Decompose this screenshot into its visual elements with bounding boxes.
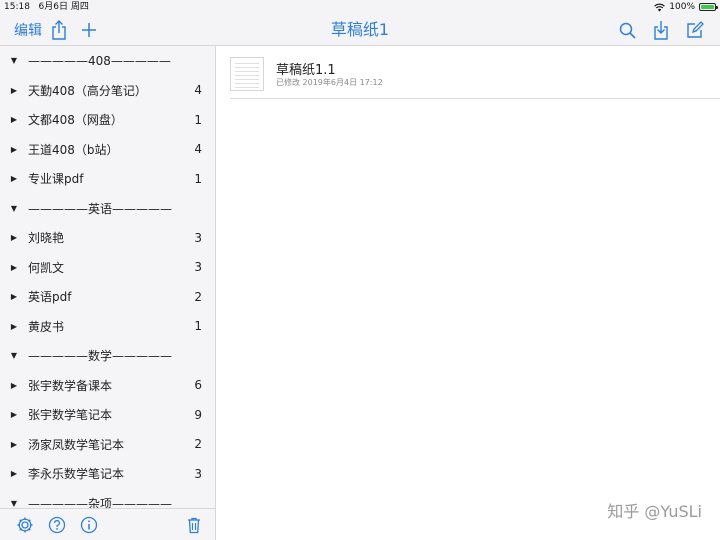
sidebar-item[interactable]: ▶ 文都408（网盘） 1 — [0, 105, 215, 135]
sidebar-group-header[interactable]: ▼ —————英语————— — [0, 194, 215, 224]
search-icon[interactable] — [616, 14, 638, 46]
wifi-icon — [654, 3, 666, 11]
sidebar-item-count: 3 — [194, 260, 202, 275]
status-right: 100% — [654, 0, 718, 14]
sidebar-group-header[interactable]: ▼ —————408————— — [0, 46, 215, 76]
disclosure-right-icon[interactable]: ▶ — [0, 322, 28, 331]
edit-button[interactable]: 编辑 — [14, 14, 42, 46]
disclosure-right-icon[interactable]: ▶ — [0, 174, 28, 183]
sidebar-item[interactable]: ▶ 黄皮书 1 — [0, 312, 215, 342]
sidebar-item[interactable]: ▶ 李永乐数学笔记本 3 — [0, 459, 215, 489]
disclosure-down-icon[interactable]: ▼ — [0, 499, 28, 508]
sidebar-item-count: 3 — [194, 230, 202, 245]
sidebar-item[interactable]: ▶ 英语pdf 2 — [0, 282, 215, 312]
disclosure-right-icon[interactable]: ▶ — [0, 86, 28, 95]
compose-icon[interactable] — [684, 14, 706, 46]
document-row[interactable]: 草稿纸1.1 已修改 2019年6月4日 17:12 — [230, 53, 720, 99]
sidebar-item[interactable]: ▶ 专业课pdf 1 — [0, 164, 215, 194]
navigation-bar: 编辑 草稿纸1 — [0, 14, 720, 46]
sidebar-item-count: 4 — [194, 142, 202, 157]
sidebar-item-label: 张宇数学笔记本 — [28, 408, 113, 423]
battery-percent: 100% — [669, 2, 695, 12]
status-time: 15:18 — [4, 2, 30, 12]
sidebar-item-label: 李永乐数学笔记本 — [28, 467, 125, 482]
sidebar-item-count: 2 — [194, 437, 202, 452]
sidebar-item-label: —————408————— — [28, 53, 171, 68]
sidebar-bottom-bar — [0, 508, 215, 540]
info-icon[interactable] — [80, 516, 98, 534]
document-thumbnail — [230, 57, 264, 91]
disclosure-right-icon[interactable]: ▶ — [0, 410, 28, 419]
sidebar-item-count: 1 — [194, 171, 202, 186]
disclosure-down-icon[interactable]: ▼ — [0, 351, 28, 360]
sidebar-item[interactable]: ▶ 王道408（b站） 4 — [0, 135, 215, 165]
sidebar-item-count: 2 — [194, 289, 202, 304]
help-icon[interactable] — [48, 516, 66, 534]
disclosure-right-icon[interactable]: ▶ — [0, 292, 28, 301]
disclosure-down-icon[interactable]: ▼ — [0, 56, 28, 65]
sidebar-item-label: 专业课pdf — [28, 172, 84, 187]
page-title: 草稿纸1 — [330, 20, 390, 39]
disclosure-right-icon[interactable]: ▶ — [0, 263, 28, 272]
disclosure-down-icon[interactable]: ▼ — [0, 204, 28, 213]
sidebar-item-label: 汤家凤数学笔记本 — [28, 437, 125, 452]
status-bar: 15:18 6月6日 周四 100% — [0, 0, 720, 14]
document-modified-date: 已修改 2019年6月4日 17:12 — [276, 78, 383, 87]
sidebar-item-count: 6 — [194, 378, 202, 393]
sidebar-item-count: 3 — [194, 466, 202, 481]
notebook-tree: ▼ —————408————— ▶ 天勤408（高分笔记） 4 ▶ 文都408（网盘） 1 ▶ 王… — [0, 46, 215, 518]
sidebar-item-count: 1 — [194, 319, 202, 334]
battery-fill — [701, 5, 714, 9]
document-title: 草稿纸1.1 — [276, 63, 336, 78]
sidebar-group-header[interactable]: ▼ —————数学————— — [0, 341, 215, 371]
sidebar-item[interactable]: ▶ 何凯文 3 — [0, 253, 215, 283]
sidebar-item-label: 刘晓艳 — [28, 231, 65, 246]
sidebar-item-count: 1 — [194, 112, 202, 127]
disclosure-right-icon[interactable]: ▶ — [0, 145, 28, 154]
sidebar-item[interactable]: ▶ 天勤408（高分笔记） 4 — [0, 76, 215, 106]
disclosure-right-icon[interactable]: ▶ — [0, 381, 28, 390]
plus-icon[interactable] — [78, 14, 100, 46]
sidebar-item-label: —————英语————— — [28, 201, 173, 216]
sidebar-item-label: 文都408（网盘） — [28, 113, 123, 128]
disclosure-right-icon[interactable]: ▶ — [0, 440, 28, 449]
battery-icon — [699, 3, 718, 11]
sidebar-item-count: 9 — [194, 407, 202, 422]
share-icon[interactable] — [48, 14, 70, 46]
sidebar-item[interactable]: ▶ 刘晓艳 3 — [0, 223, 215, 253]
sidebar-item-label: 天勤408（高分笔记） — [28, 83, 147, 98]
sidebar-item[interactable]: ▶ 张宇数学备课本 6 — [0, 371, 215, 401]
download-icon[interactable] — [650, 14, 672, 46]
settings-icon[interactable] — [16, 516, 34, 534]
disclosure-right-icon[interactable]: ▶ — [0, 233, 28, 242]
sidebar-item-count: 4 — [194, 83, 202, 98]
disclosure-right-icon[interactable]: ▶ — [0, 115, 28, 124]
sidebar: ▼ —————408————— ▶ 天勤408（高分笔记） 4 ▶ 文都408（网盘） 1 ▶ 王… — [0, 46, 216, 540]
sidebar-item-label: 黄皮书 — [28, 319, 65, 334]
status-left: 15:18 6月6日 周四 — [4, 0, 89, 14]
sidebar-item[interactable]: ▶ 汤家凤数学笔记本 2 — [0, 430, 215, 460]
watermark: 知乎 @YuSLi — [607, 502, 702, 521]
trash-icon[interactable] — [185, 516, 203, 534]
sidebar-item[interactable]: ▶ 张宇数学笔记本 9 — [0, 400, 215, 430]
status-date: 6月6日 周四 — [38, 2, 89, 12]
disclosure-right-icon[interactable]: ▶ — [0, 469, 28, 478]
sidebar-item-label: —————数学————— — [28, 349, 173, 364]
sidebar-item-label: 王道408（b站） — [28, 142, 119, 157]
sidebar-item-label: 何凯文 — [28, 260, 65, 275]
sidebar-item-label: 英语pdf — [28, 290, 72, 305]
sidebar-item-label: 张宇数学备课本 — [28, 378, 113, 393]
